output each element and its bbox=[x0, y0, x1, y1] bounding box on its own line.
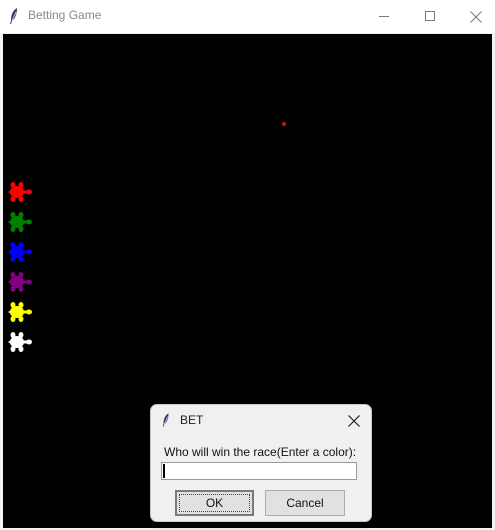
dialog-title-bar[interactable]: BET bbox=[151, 405, 371, 436]
maximize-icon bbox=[424, 11, 435, 21]
turtle-white-icon bbox=[8, 332, 32, 352]
feather-icon bbox=[10, 8, 17, 24]
ok-button[interactable]: OK bbox=[175, 490, 254, 516]
window-title: Betting Game bbox=[28, 8, 102, 22]
dialog-title: BET bbox=[180, 413, 204, 427]
turtle-yellow-icon bbox=[8, 302, 32, 322]
text-caret bbox=[163, 464, 165, 478]
app-window: Betting Game BET Who will win the race(E… bbox=[0, 0, 495, 530]
turtle-blue-icon bbox=[8, 242, 32, 262]
close-button[interactable] bbox=[453, 0, 495, 33]
turtle-red-icon bbox=[8, 182, 32, 202]
turtle-purple-icon bbox=[8, 272, 32, 292]
feather-icon bbox=[162, 413, 169, 427]
close-icon bbox=[470, 10, 482, 23]
turtle-green-icon bbox=[8, 212, 32, 232]
cancel-button[interactable]: Cancel bbox=[265, 490, 345, 516]
close-icon bbox=[348, 414, 360, 427]
dialog-close-button[interactable] bbox=[337, 405, 371, 436]
minimize-icon bbox=[378, 16, 389, 17]
color-input[interactable] bbox=[161, 462, 357, 480]
marker-dot bbox=[282, 122, 286, 126]
maximize-button[interactable] bbox=[407, 0, 453, 33]
bet-dialog: BET Who will win the race(Enter a color)… bbox=[150, 404, 372, 522]
dialog-prompt: Who will win the race(Enter a color): bbox=[164, 445, 357, 459]
title-bar[interactable]: Betting Game bbox=[0, 0, 495, 33]
minimize-button[interactable] bbox=[361, 0, 407, 33]
